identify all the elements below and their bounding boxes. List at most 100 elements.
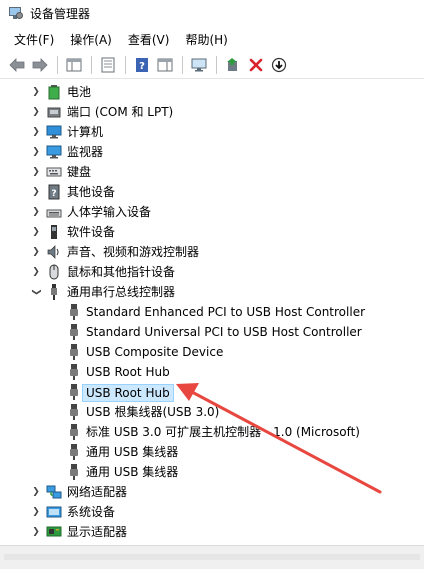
display-adapter-icon — [46, 524, 62, 540]
chevron-right-icon[interactable]: ❯ — [31, 107, 41, 117]
port-icon — [46, 104, 62, 120]
usb-device-label: USB 根集线器(USB 3.0) — [86, 405, 220, 419]
usb-plug-icon — [66, 424, 82, 440]
help-icon[interactable]: ? — [131, 54, 153, 76]
tree-item-label: 键盘 — [67, 165, 92, 179]
chevron-right-icon[interactable]: ❯ — [31, 127, 41, 137]
usb-device-label: USB Root Hub — [82, 384, 174, 402]
other-devices-icon: ? — [46, 184, 62, 200]
usb-device-item[interactable]: USB 根集线器(USB 3.0) — [0, 402, 424, 422]
chevron-right-icon[interactable]: ❯ — [31, 87, 41, 97]
tree-item-label: 人体学输入设备 — [67, 205, 152, 219]
toolbar: ? — [0, 51, 424, 79]
tree-item-label: 其他设备 — [67, 185, 116, 199]
toolbar-separator — [125, 55, 126, 74]
usb-device-item[interactable]: 通用 USB 集线器 — [0, 462, 424, 482]
tree-item-label: 电池 — [67, 85, 92, 99]
tree-item-label: 端口 (COM 和 LPT) — [67, 105, 174, 119]
properties-icon[interactable] — [97, 54, 119, 76]
action-pane-icon[interactable] — [154, 54, 176, 76]
tree-item-ports[interactable]: ❯ 端口 (COM 和 LPT) — [0, 102, 424, 122]
menu-help[interactable]: 帮助(H) — [177, 31, 235, 48]
usb-device-label: Standard Enhanced PCI to USB Host Contro… — [86, 305, 366, 319]
monitor-icon — [46, 144, 62, 160]
tree-item-label: 软件设备 — [67, 225, 116, 239]
tree-item-software-devices[interactable]: ❯ 软件设备 — [0, 222, 424, 242]
tree-item-usb-controllers[interactable]: ❯ 通用串行总线控制器 — [0, 282, 424, 302]
usb-device-item[interactable]: 通用 USB 集线器 — [0, 442, 424, 462]
usb-plug-icon — [66, 344, 82, 360]
tree-item-label: 计算机 — [67, 125, 104, 139]
chevron-right-icon[interactable]: ❯ — [31, 227, 41, 237]
usb-plug-icon — [66, 444, 82, 460]
chevron-right-icon[interactable]: ❯ — [31, 167, 41, 177]
sound-icon — [46, 244, 62, 260]
tree-item-keyboards[interactable]: ❯ 键盘 — [0, 162, 424, 182]
usb-device-label: 通用 USB 集线器 — [86, 445, 179, 459]
window-title: 设备管理器 — [30, 6, 91, 21]
menu-view[interactable]: 查看(V) — [120, 31, 178, 48]
chevron-right-icon[interactable]: ❯ — [31, 207, 41, 217]
scrollbar-track[interactable] — [4, 554, 420, 560]
tree-item-computer[interactable]: ❯ 计算机 — [0, 122, 424, 142]
usb-plug-icon — [66, 324, 82, 340]
chevron-right-icon[interactable]: ❯ — [31, 187, 41, 197]
hid-icon — [46, 204, 62, 220]
usb-device-label: USB Root Hub — [86, 365, 170, 379]
show-hide-console-tree-icon[interactable] — [63, 54, 85, 76]
usb-device-item[interactable]: USB Composite Device — [0, 342, 424, 362]
svg-text:?: ? — [139, 61, 145, 72]
usb-plug-icon — [66, 464, 82, 480]
tree-item-hid[interactable]: ❯ 人体学输入设备 — [0, 202, 424, 222]
usb-device-item[interactable]: Standard Universal PCI to USB Host Contr… — [0, 322, 424, 342]
usb-controller-icon — [46, 284, 62, 300]
network-adapter-icon — [46, 484, 62, 500]
horizontal-scrollbar[interactable] — [0, 545, 424, 569]
usb-device-item[interactable]: 标准 USB 3.0 可扩展主机控制器 - 1.0 (Microsoft) — [0, 422, 424, 442]
mouse-icon — [46, 264, 62, 280]
usb-device-item-selected[interactable]: USB Root Hub — [0, 382, 424, 402]
chevron-right-icon[interactable]: ❯ — [31, 507, 41, 517]
tree-item-network-adapters[interactable]: ❯ 网络适配器 — [0, 482, 424, 502]
tree-item-label: 网络适配器 — [67, 485, 128, 499]
usb-plug-icon — [66, 364, 82, 380]
tree-item-label: 系统设备 — [67, 505, 116, 519]
usb-plug-icon — [66, 384, 82, 400]
tree-item-display-adapters[interactable]: ❯ 显示适配器 — [0, 522, 424, 542]
chevron-right-icon[interactable]: ❯ — [31, 267, 41, 277]
keyboard-icon — [46, 164, 62, 180]
toolbar-separator — [182, 55, 183, 74]
software-device-icon — [46, 224, 62, 240]
tree-item-other-devices[interactable]: ❯ ? 其他设备 — [0, 182, 424, 202]
menu-bar: 文件(F) 操作(A) 查看(V) 帮助(H) — [0, 29, 424, 49]
toolbar-separator — [57, 55, 58, 74]
scan-hardware-icon[interactable] — [188, 54, 210, 76]
menu-action[interactable]: 操作(A) — [62, 31, 120, 48]
forward-arrow-icon[interactable] — [29, 54, 51, 76]
tree-item-label: 鼠标和其他指针设备 — [67, 265, 176, 279]
tree-item-system-devices[interactable]: ❯ 系统设备 — [0, 502, 424, 522]
tree-item-battery[interactable]: ❯ 电池 — [0, 82, 424, 102]
usb-device-item[interactable]: Standard Enhanced PCI to USB Host Contro… — [0, 302, 424, 322]
usb-device-label: USB Composite Device — [86, 345, 224, 359]
battery-icon — [46, 84, 62, 100]
tree-item-label: 监视器 — [67, 145, 104, 159]
tree-item-monitors[interactable]: ❯ 监视器 — [0, 142, 424, 162]
uninstall-device-icon[interactable] — [245, 54, 267, 76]
chevron-right-icon[interactable]: ❯ — [31, 247, 41, 257]
title-bar: 设备管理器 — [0, 0, 424, 26]
usb-device-item[interactable]: USB Root Hub — [0, 362, 424, 382]
tree-item-mouse[interactable]: ❯ 鼠标和其他指针设备 — [0, 262, 424, 282]
chevron-right-icon[interactable]: ❯ — [31, 527, 41, 537]
chevron-down-icon[interactable]: ❯ — [31, 287, 41, 297]
tree-item-sound[interactable]: ❯ 声音、视频和游戏控制器 — [0, 242, 424, 262]
usb-plug-icon — [66, 404, 82, 420]
back-arrow-icon[interactable] — [6, 54, 28, 76]
chevron-right-icon[interactable]: ❯ — [31, 487, 41, 497]
update-driver-icon[interactable] — [222, 54, 244, 76]
disable-device-icon[interactable] — [268, 54, 290, 76]
usb-device-label: 标准 USB 3.0 可扩展主机控制器 - 1.0 (Microsoft) — [86, 425, 360, 439]
menu-file[interactable]: 文件(F) — [6, 31, 62, 48]
chevron-right-icon[interactable]: ❯ — [31, 147, 41, 157]
device-manager-icon — [8, 5, 24, 21]
